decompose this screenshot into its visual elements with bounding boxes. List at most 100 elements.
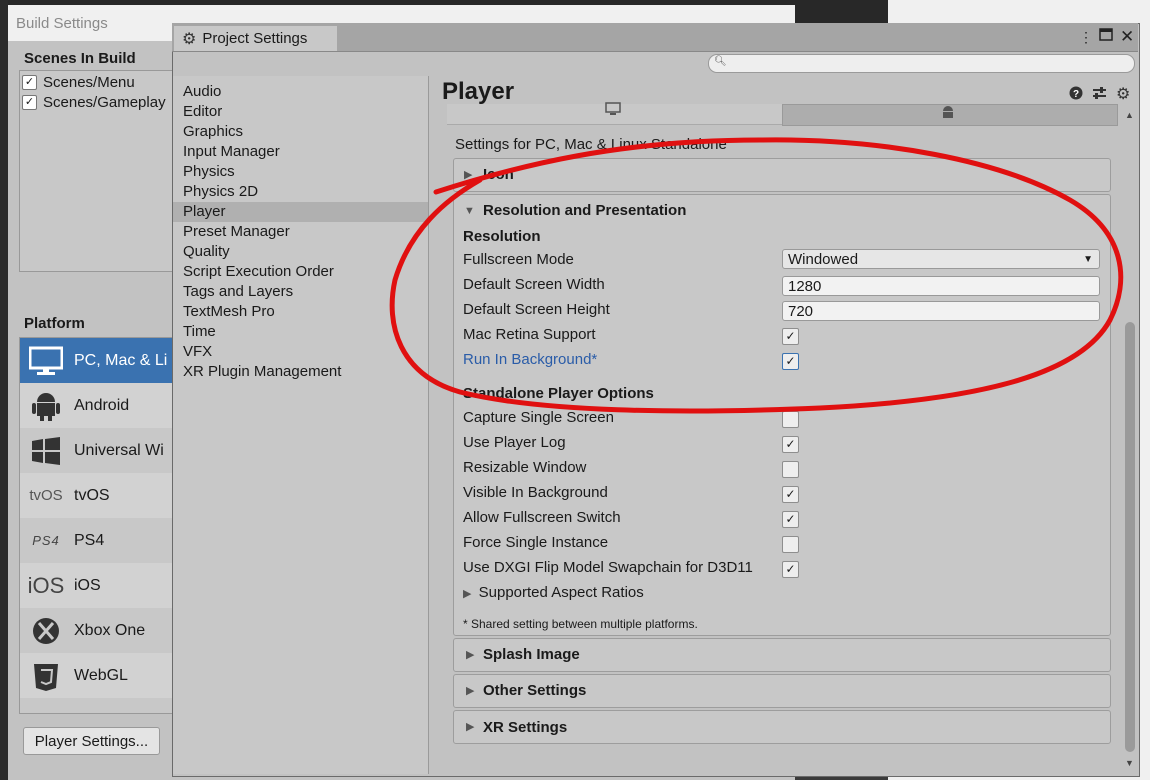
gear-icon: ⚙ bbox=[182, 30, 197, 48]
scroll-down-icon[interactable]: ▼ bbox=[1125, 758, 1134, 768]
shared-setting-note: * Shared setting between multiple platfo… bbox=[463, 617, 698, 631]
platform-list: PC, Mac & Li Android Universal Wi tvOS t… bbox=[19, 337, 181, 714]
scrollbar-thumb[interactable] bbox=[1125, 322, 1135, 752]
platform-label: PS4 bbox=[74, 531, 105, 549]
preset-icon[interactable] bbox=[1092, 86, 1107, 104]
resolution-header: Resolution bbox=[463, 228, 541, 245]
sidebar-item-xr-plugin-management[interactable]: XR Plugin Management bbox=[183, 362, 341, 382]
expand-arrow-icon: ▶ bbox=[466, 721, 475, 733]
sidebar-item-textmesh-pro[interactable]: TextMesh Pro bbox=[183, 302, 275, 322]
chevron-down-icon: ▼ bbox=[1083, 254, 1093, 265]
expand-arrow-icon: ▶ bbox=[466, 685, 475, 697]
default-width-label: Default Screen Width bbox=[463, 276, 605, 293]
sidebar-item-script-execution-order[interactable]: Script Execution Order bbox=[183, 262, 334, 282]
android-platform-tab[interactable] bbox=[782, 104, 1118, 126]
svg-text:?: ? bbox=[1073, 89, 1079, 100]
platform-item-ios[interactable]: iOS iOS bbox=[20, 563, 180, 608]
xr-settings-title: XR Settings bbox=[483, 719, 568, 736]
platform-item-tvos[interactable]: tvOS tvOS bbox=[20, 473, 180, 518]
capture-single-screen-checkbox[interactable] bbox=[782, 411, 799, 428]
other-settings-section[interactable]: ▶ Other Settings bbox=[453, 674, 1111, 708]
android-icon bbox=[28, 390, 64, 422]
use-player-log-label: Use Player Log bbox=[463, 434, 566, 451]
allow-fullscreen-switch-checkbox[interactable]: ✓ bbox=[782, 511, 799, 528]
collapse-arrow-icon[interactable]: ▼ bbox=[464, 205, 475, 217]
platform-item-uwp[interactable]: Universal Wi bbox=[20, 428, 180, 473]
monitor-icon bbox=[605, 102, 621, 120]
supported-aspect-ratios-label: Supported Aspect Ratios bbox=[478, 584, 644, 601]
dxgi-flip-model-checkbox[interactable]: ✓ bbox=[782, 561, 799, 578]
sidebar-item-vfx[interactable]: VFX bbox=[183, 342, 212, 362]
scroll-up-icon[interactable]: ▲ bbox=[1125, 110, 1134, 120]
standalone-options-header: Standalone Player Options bbox=[463, 385, 654, 402]
html5-icon bbox=[28, 660, 64, 692]
allow-fullscreen-switch-label: Allow Fullscreen Switch bbox=[463, 509, 621, 526]
scene-label: Scenes/Gameplay bbox=[43, 93, 166, 111]
run-in-background-checkbox[interactable]: ✓ bbox=[782, 353, 799, 370]
supported-aspect-ratios-foldout[interactable]: ▶ Supported Aspect Ratios bbox=[463, 582, 644, 604]
mac-retina-checkbox[interactable]: ✓ bbox=[782, 328, 799, 345]
default-width-field[interactable]: 1280 bbox=[782, 276, 1100, 296]
settings-for-label: Settings for PC, Mac & Linux Standalone bbox=[455, 136, 727, 153]
sidebar-item-input-manager[interactable]: Input Manager bbox=[183, 142, 280, 162]
fullscreen-mode-value: Windowed bbox=[788, 251, 859, 268]
splash-image-title: Splash Image bbox=[483, 646, 580, 663]
platform-label: Android bbox=[74, 396, 130, 414]
ios-icon: iOS bbox=[27, 572, 65, 598]
use-player-log-checkbox[interactable]: ✓ bbox=[782, 436, 799, 453]
xbox-icon bbox=[28, 617, 64, 645]
maximize-icon[interactable] bbox=[1099, 28, 1113, 44]
sidebar-item-editor[interactable]: Editor bbox=[183, 102, 222, 122]
sidebar-item-physics[interactable]: Physics bbox=[183, 162, 235, 182]
fullscreen-mode-dropdown[interactable]: Windowed ▼ bbox=[782, 249, 1100, 269]
project-settings-tab[interactable]: ⚙ Project Settings bbox=[174, 26, 337, 51]
page-title: Player bbox=[442, 78, 515, 105]
platform-item-pc[interactable]: PC, Mac & Li bbox=[20, 338, 180, 383]
splash-image-section[interactable]: ▶ Splash Image bbox=[453, 638, 1111, 672]
scene-item[interactable]: ✓ Scenes/Gameplay bbox=[22, 92, 166, 112]
resolution-section-title[interactable]: Resolution and Presentation bbox=[483, 202, 686, 219]
resizable-window-label: Resizable Window bbox=[463, 459, 587, 476]
xr-settings-section[interactable]: ▶ XR Settings bbox=[453, 710, 1111, 744]
scene-item[interactable]: ✓ Scenes/Menu bbox=[22, 72, 135, 92]
settings-gear-icon[interactable]: ⚙ bbox=[1116, 84, 1130, 104]
player-settings-button[interactable]: Player Settings... bbox=[23, 727, 160, 755]
scene-label: Scenes/Menu bbox=[43, 73, 135, 91]
fullscreen-mode-label: Fullscreen Mode bbox=[463, 251, 574, 268]
resizable-window-checkbox[interactable] bbox=[782, 461, 799, 478]
sidebar-item-graphics[interactable]: Graphics bbox=[183, 122, 243, 142]
scene-checkbox[interactable]: ✓ bbox=[22, 74, 37, 90]
sidebar-item-physics-2d[interactable]: Physics 2D bbox=[183, 182, 258, 202]
visible-in-background-checkbox[interactable]: ✓ bbox=[782, 486, 799, 503]
sidebar-item-preset-manager[interactable]: Preset Manager bbox=[183, 222, 290, 242]
project-settings-tab-label: Project Settings bbox=[202, 30, 308, 47]
other-settings-title: Other Settings bbox=[483, 682, 587, 699]
icon-section[interactable]: ▶ Icon bbox=[453, 158, 1111, 192]
scene-checkbox[interactable]: ✓ bbox=[22, 94, 37, 110]
platform-item-webgl[interactable]: WebGL bbox=[20, 653, 180, 698]
sidebar-item-player[interactable]: Player bbox=[183, 202, 226, 222]
platform-label: tvOS bbox=[74, 486, 110, 504]
sidebar-item-tags-and-layers[interactable]: Tags and Layers bbox=[183, 282, 293, 302]
more-options-icon[interactable]: ⋮ bbox=[1079, 29, 1093, 46]
run-in-background-label: Run In Background* bbox=[463, 351, 598, 368]
close-icon[interactable]: ✕ bbox=[1120, 27, 1134, 47]
scenes-in-build-header: Scenes In Build bbox=[24, 50, 136, 67]
sidebar-item-audio[interactable]: Audio bbox=[183, 82, 221, 102]
sidebar-item-quality[interactable]: Quality bbox=[183, 242, 230, 262]
platform-label: Xbox One bbox=[74, 621, 146, 639]
force-single-instance-checkbox[interactable] bbox=[782, 536, 799, 553]
sidebar-item-time[interactable]: Time bbox=[183, 322, 216, 342]
platform-item-android[interactable]: Android bbox=[20, 383, 180, 428]
default-height-field[interactable]: 720 bbox=[782, 301, 1100, 321]
expand-arrow-icon: ▶ bbox=[463, 588, 472, 600]
search-icon: 🔍︎ bbox=[714, 56, 727, 67]
platform-header: Platform bbox=[24, 315, 85, 332]
standalone-platform-tab[interactable] bbox=[447, 102, 782, 125]
settings-search-input[interactable]: 🔍︎ bbox=[708, 54, 1135, 73]
platform-label: Universal Wi bbox=[74, 441, 164, 459]
help-icon[interactable]: ? bbox=[1069, 86, 1083, 104]
platform-item-xbox[interactable]: Xbox One bbox=[20, 608, 180, 653]
platform-item-ps4[interactable]: PS4 PS4 bbox=[20, 518, 180, 563]
editor-left-edge bbox=[0, 0, 8, 780]
